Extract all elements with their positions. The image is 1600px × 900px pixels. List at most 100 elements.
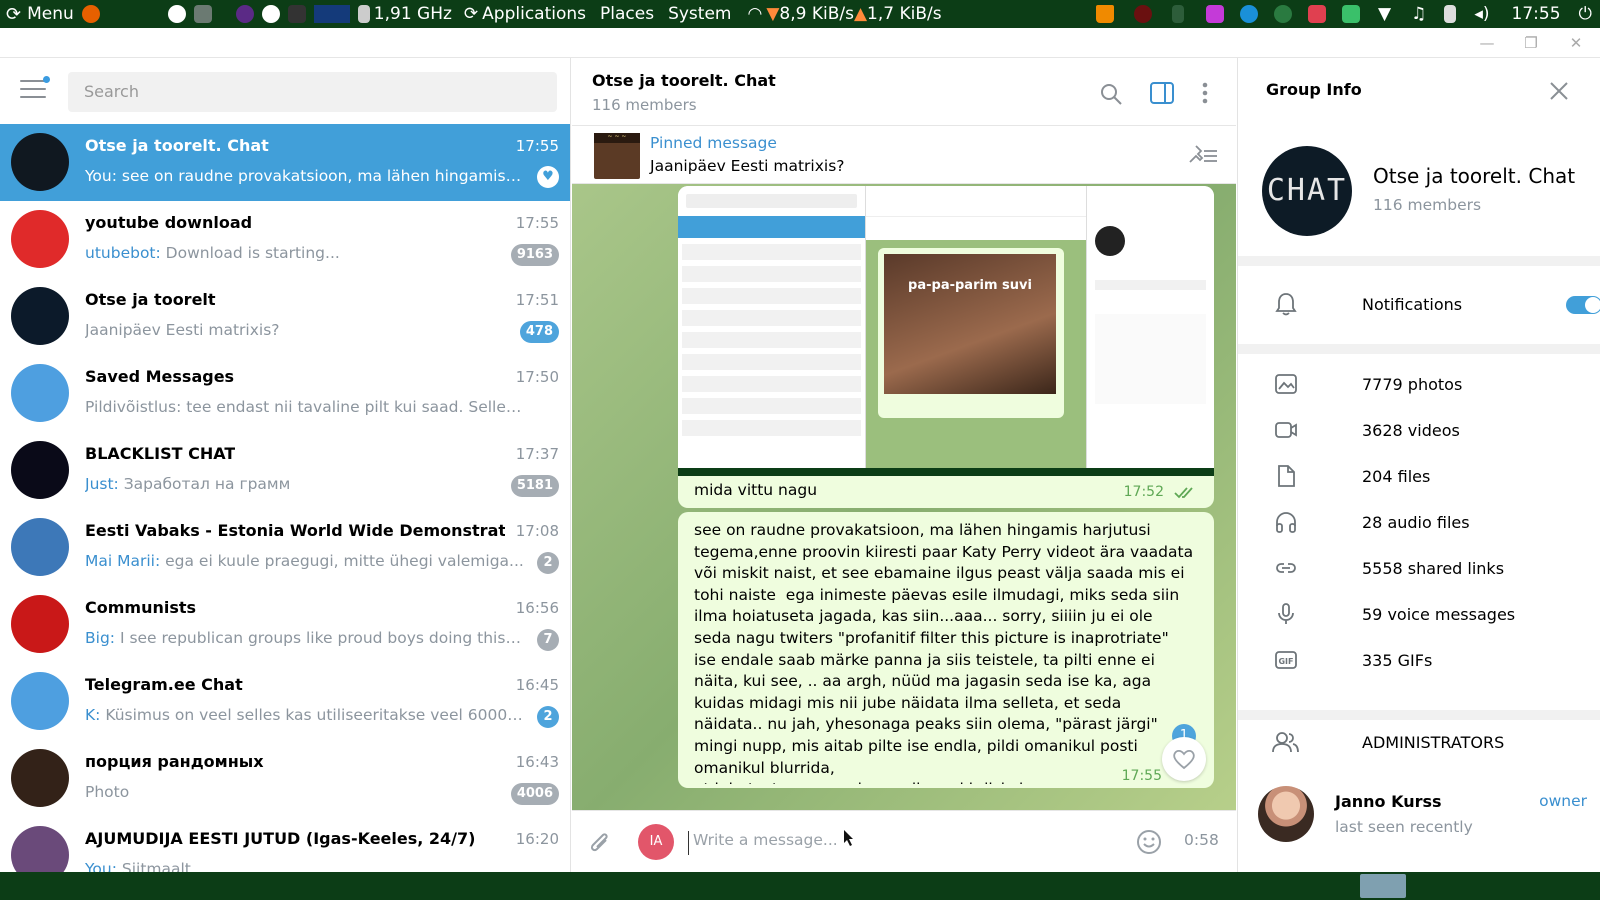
media-row[interactable]: 5558 shared links [1266,548,1586,588]
notifications-toggle[interactable] [1566,296,1600,314]
firefox-icon[interactable] [81,5,100,23]
search-icon[interactable] [1099,82,1123,106]
notifications-label: Notifications [1362,294,1463,314]
file-icon [1266,464,1306,488]
divider [1238,344,1600,354]
link-icon [1266,556,1306,580]
minimize-icon[interactable]: — [1476,34,1498,52]
chat-avatar [11,749,69,807]
shield-icon[interactable] [1342,5,1361,23]
sidebar-toggle-icon[interactable] [1150,82,1174,104]
send-as-avatar[interactable]: IA [638,824,674,860]
message-time: 17:55 [1121,768,1162,784]
chat-list-item[interactable]: BLACKLIST CHAT 17:37 Just: Заработал на гр… [0,432,570,509]
unpin-icon[interactable] [1186,144,1218,166]
emoji-icon[interactable] [1136,829,1162,855]
chat-list-item[interactable]: Telegram.ee Chat 16:45 K: Küsimus on veel … [0,663,570,740]
volume-icon[interactable]: ◂) [1474,4,1489,24]
screenshot-caption: pa-pa-parim suvi [908,278,1032,293]
message-text: mida vittu nagu [694,481,818,499]
chat-title: Eesti Vabaks - Estonia World Wide Demons… [85,521,505,540]
attach-icon[interactable] [588,829,612,855]
camera-icon[interactable] [1308,5,1327,23]
media-row[interactable]: 28 audio files [1266,502,1586,542]
voice-timer: 0:58 [1184,831,1219,849]
system-menu[interactable]: System [668,4,731,24]
svg-text:GIF: GIF [1278,657,1293,666]
message-composer: IA Write a message... 0:58 [572,810,1236,872]
upload-arrow-icon: ▲ [853,4,868,24]
react-button[interactable] [1162,737,1206,781]
media-row[interactable]: GIF 335 GIFs [1266,640,1586,680]
chat-list-item[interactable]: Otse ja toorelt 17:51 Jaanipäev Eesti matr… [0,278,570,355]
search-input[interactable]: Search [68,72,557,112]
chat-sender: K: [85,706,101,724]
chat-list-item[interactable]: порция рандомных 16:43 Photo 4006 [0,740,570,817]
message-time: 17:52 [1123,484,1164,500]
browser-icon[interactable] [1240,5,1259,23]
unread-badge: 478 [519,321,559,343]
power-icon[interactable]: ⏻ [1579,4,1592,24]
media-row[interactable]: 204 files [1266,456,1586,496]
globe-icon[interactable] [1274,5,1293,23]
message-input[interactable]: Write a message... [688,831,988,855]
admin-row[interactable]: Janno Kurss last seen recently owner [1238,784,1600,844]
clock[interactable]: 17:55 [1512,4,1561,24]
equalizer-icon[interactable] [1206,5,1225,23]
message-area[interactable]: pa-pa-parim suvi mida vittu nagu 17:52 s… [572,184,1236,810]
unread-badge: 7 [537,629,559,651]
telegram-task-button[interactable] [1360,874,1406,898]
chat-list-item[interactable]: AJUMUDIJA EESTI JUTUD (Igas-Keeles, 24/7… [0,817,570,872]
settings-icon[interactable] [193,5,212,23]
applications-menu[interactable]: Applications [482,4,586,24]
conversation-members: 116 members [592,96,697,114]
media-label: 59 voice messages [1362,604,1516,624]
bell-icon[interactable]: ♫ [1411,4,1426,24]
message-bubble[interactable]: see on raudne provakatsioon, ma lähen hi… [678,512,1214,788]
taskbar[interactable] [0,872,1600,900]
image-message[interactable]: pa-pa-parim suvi [678,186,1214,476]
maximize-icon[interactable]: ❐ [1520,34,1542,52]
group-info-panel: Group Info CHAT Otse ja toorelt. Chat 11… [1237,58,1600,872]
vlc-icon[interactable] [1096,5,1115,23]
administrators-row[interactable]: ADMINISTRATORS [1266,722,1586,762]
terminal-icon[interactable] [287,5,306,23]
wifi-signal-icon[interactable]: ▼ [1378,4,1391,24]
notifications-row[interactable]: Notifications [1266,284,1600,324]
close-window-icon[interactable]: ✕ [1565,34,1587,52]
moon-icon[interactable] [235,5,254,23]
media-row[interactable]: 59 voice messages [1266,594,1586,634]
headphones-icon [1266,510,1306,534]
chat-list-item[interactable]: youtube download 17:55 utubebot: Download … [0,201,570,278]
chat-time: 17:51 [515,291,559,309]
chat-list-item[interactable]: Saved Messages 17:50 Pildivõistlus: tee en… [0,355,570,432]
message-bubble[interactable]: mida vittu nagu 17:52 [678,476,1214,508]
chat-avatar [11,287,69,345]
chat-preview-text: Siitmaalt [116,860,191,872]
group-avatar[interactable]: CHAT [1262,146,1352,236]
chat-time: 17:55 [515,214,559,232]
a-icon[interactable] [167,5,186,23]
chat-sender: Mai Marii: [85,552,161,570]
pinned-label: Pinned message [650,134,777,152]
more-vertical-icon[interactable] [1202,82,1208,104]
battery-icon[interactable] [1444,5,1457,23]
menu-button[interactable]: ⟳ Menu [6,4,104,25]
chat-list-item[interactable]: Communists 16:56 Big: I see republican gro… [0,586,570,663]
chat-list-item[interactable]: Otse ja toorelt. Chat 17:55 You: see on ra… [0,124,570,201]
wifi-icon: ◠ [747,4,763,24]
media-row[interactable]: 3628 videos [1266,410,1586,450]
media-row[interactable]: 7779 photos [1266,364,1586,404]
administrators-label: ADMINISTRATORS [1362,732,1505,752]
places-menu[interactable]: Places [600,4,654,24]
chat-list-item[interactable]: Eesti Vabaks - Estonia World Wide Demons… [0,509,570,586]
opera-icon[interactable] [261,5,280,23]
cpu-graph-icon [313,5,350,23]
main-menu-icon[interactable] [20,76,50,100]
unread-badge: 5181 [510,475,559,497]
bluetooth-icon[interactable] [1172,5,1185,23]
conversation-header[interactable]: Otse ja toorelt. Chat 116 members [572,58,1236,126]
message-text: see on raudne provakatsioon, ma lähen hi… [694,521,1194,784]
close-icon[interactable] [1550,82,1568,100]
pinned-message-bar[interactable]: ~ ~ ~ Pinned message Jaanipäev Eesti mat… [572,126,1236,184]
